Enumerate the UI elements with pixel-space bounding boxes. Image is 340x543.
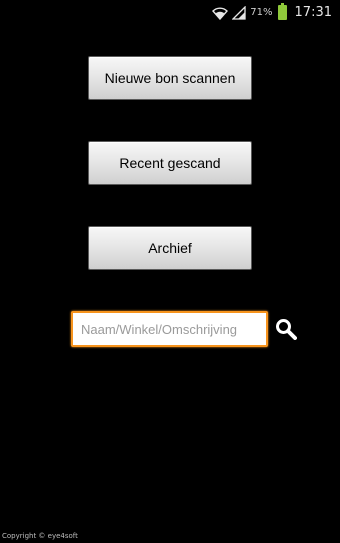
wifi-icon <box>212 5 229 21</box>
magnifier-icon[interactable] <box>275 318 297 340</box>
app-screen: 71% 17:31 Nieuwe bon scannen Recent gesc… <box>0 0 340 543</box>
new-scan-button[interactable]: Nieuwe bon scannen <box>88 56 252 100</box>
archive-button[interactable]: Archief <box>88 226 252 270</box>
battery-percent: 71% <box>250 6 273 18</box>
battery-icon <box>277 2 287 20</box>
copyright-text: Copyright © eye4soft <box>2 532 78 540</box>
status-bar: 71% 17:31 <box>0 0 340 24</box>
recent-scanned-button[interactable]: Recent gescand <box>88 141 252 185</box>
clock: 17:31 <box>294 4 332 20</box>
signal-icon <box>231 5 246 20</box>
search-field[interactable] <box>71 311 268 347</box>
search-input[interactable] <box>73 313 266 345</box>
status-icons: 71% 17:31 <box>212 2 332 22</box>
